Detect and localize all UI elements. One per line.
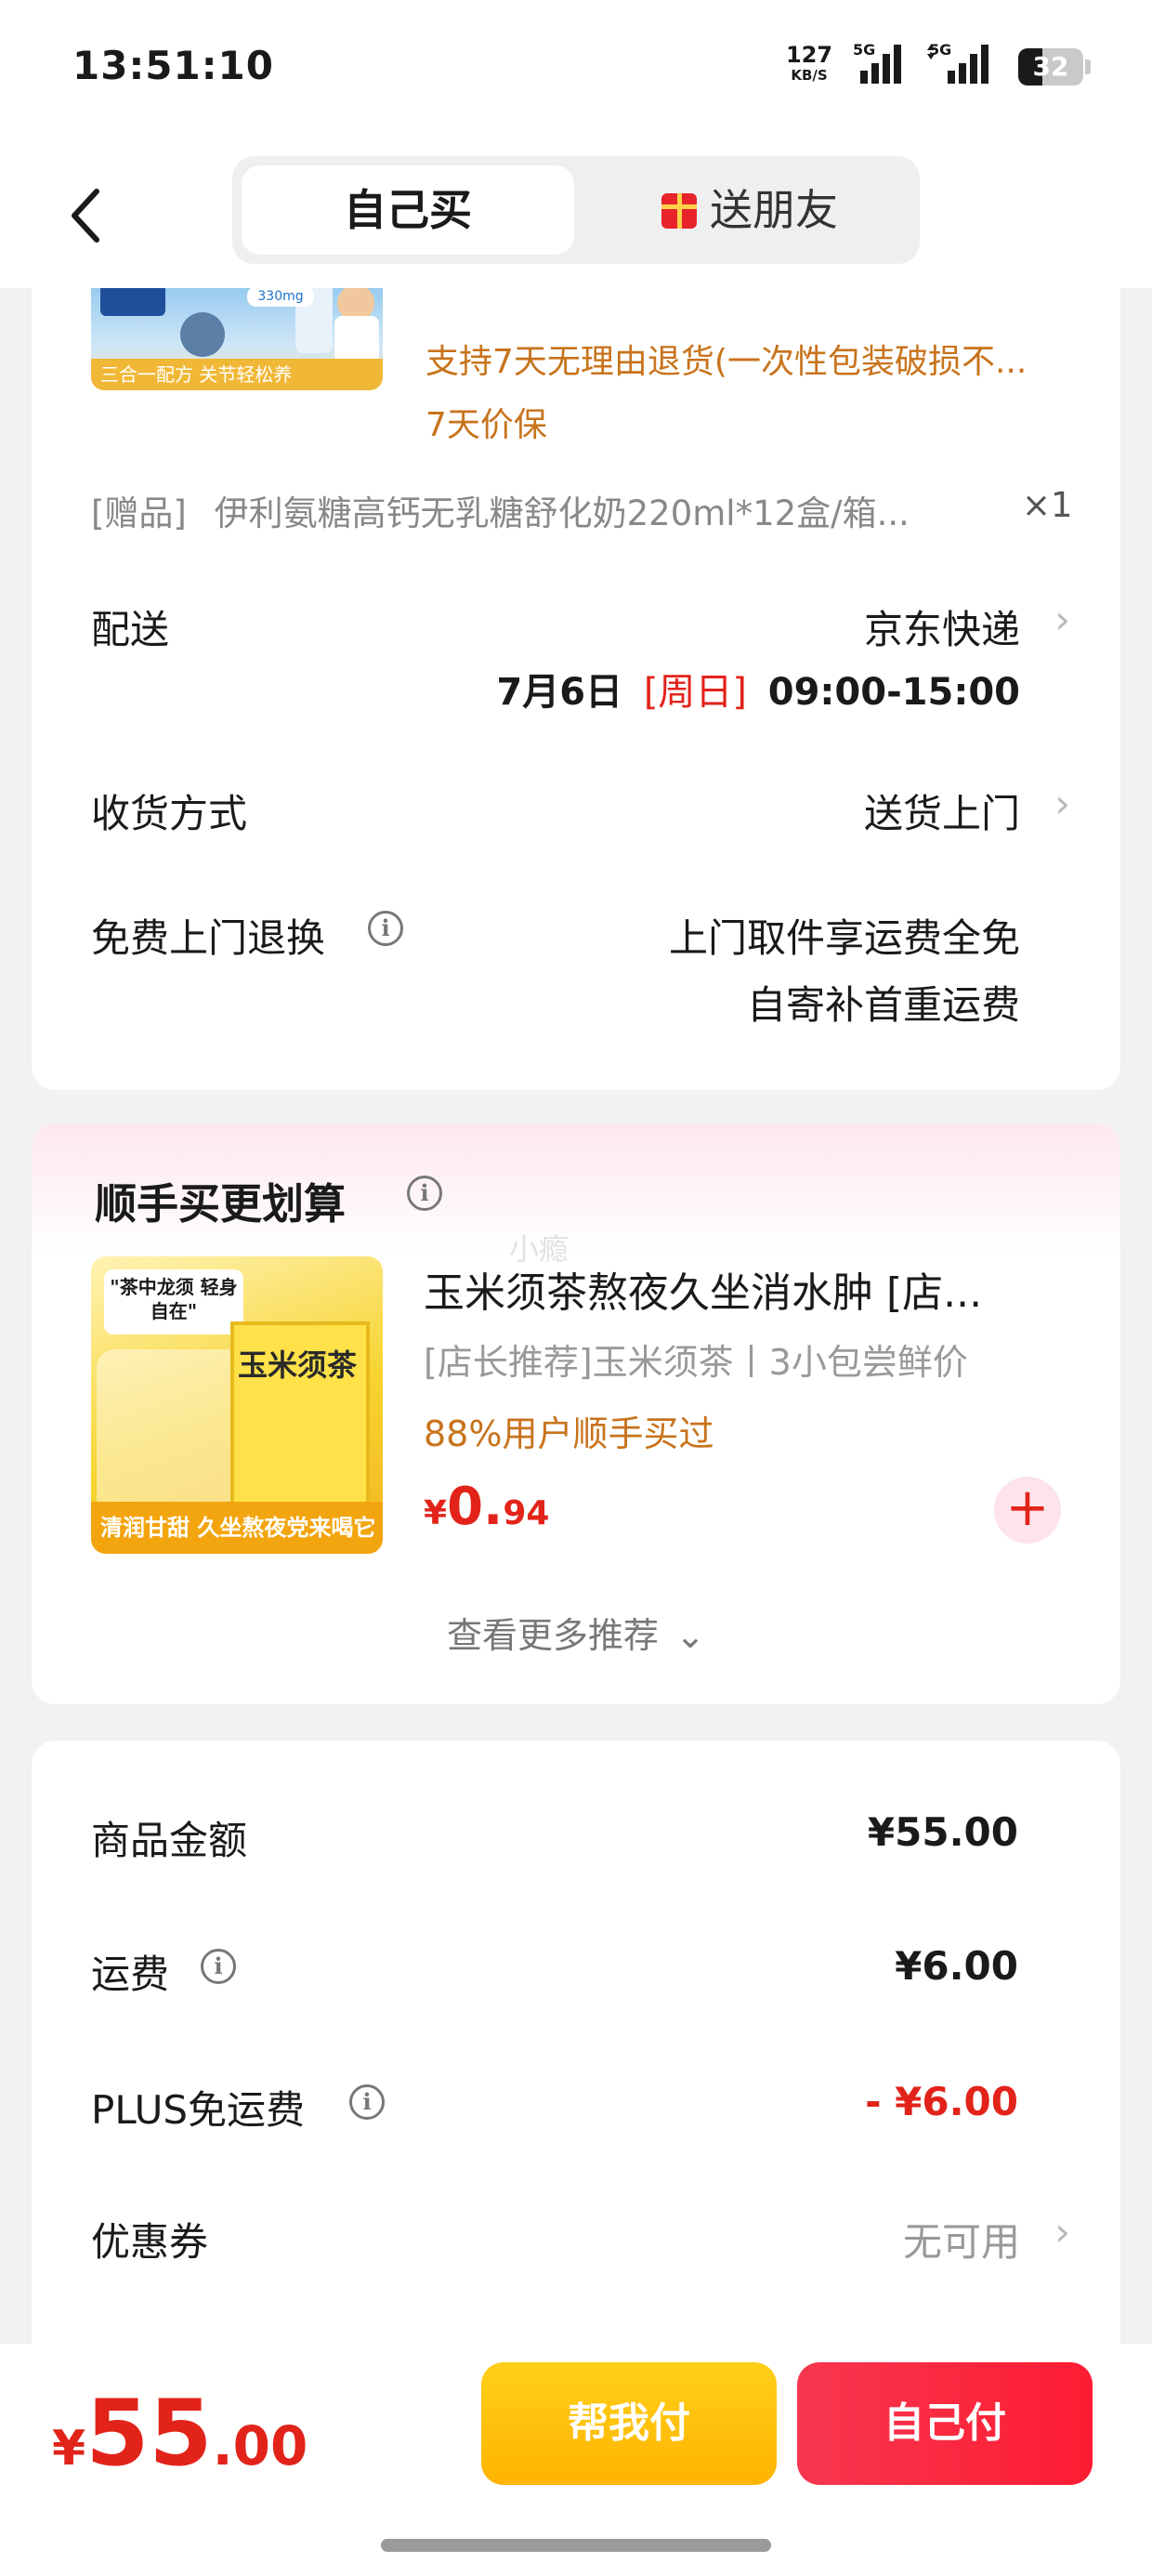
delivery-time-window: 09:00-15:00 xyxy=(767,671,1020,714)
recommend-price-dec: 94 xyxy=(503,1494,550,1532)
gift-icon xyxy=(661,193,697,229)
recommend-image-bag-text: 玉米须茶 xyxy=(238,1347,358,1383)
coupon-value[interactable]: 无可用 xyxy=(903,2211,1020,2267)
gift-item[interactable]: [赠品] 伊利氨糖高钙无乳糖舒化奶220ml*12盒/箱... xyxy=(91,485,1104,535)
network-speed: 127 KB/S xyxy=(786,42,833,85)
recommend-bought-rate: 88%用户顺手买过 xyxy=(424,1413,714,1454)
recommend-title: 顺手买更划算 xyxy=(95,1179,347,1229)
checkout-bar: ¥55.00 帮我付 自己付 xyxy=(0,2344,1152,2576)
battery-level: 32 xyxy=(1032,51,1069,82)
tab-buy-for-self[interactable]: 自己买 xyxy=(242,165,574,255)
receive-method-value[interactable]: 送货上门 xyxy=(864,782,1020,839)
freight-info-icon[interactable]: i xyxy=(201,1949,236,1984)
delivery-chevron-right-icon[interactable]: › xyxy=(1054,597,1070,642)
tab-send-to-friend-label: 送朋友 xyxy=(710,185,838,235)
recommend-price-currency: ¥ xyxy=(424,1494,448,1532)
recommend-card: 顺手买更划算 i 小瘾 "茶中龙须 轻身自在" 玉米须茶 清润甘甜 久坐熬夜党来… xyxy=(32,1124,1120,1704)
back-arrow-icon[interactable] xyxy=(56,167,121,260)
see-more-recommend[interactable]: 查看更多推荐 ⌄ xyxy=(32,1607,1120,1658)
gift-label: [赠品] xyxy=(91,493,187,533)
plus-info-icon[interactable]: i xyxy=(349,2084,385,2120)
add-plus-icon[interactable]: + xyxy=(994,1477,1061,1544)
total-dec: .00 xyxy=(212,2414,308,2477)
status-clock: 13:51:10 xyxy=(72,43,274,88)
free-return-line1: 上门取件享运费全免 xyxy=(668,915,1020,961)
total-price: ¥55.00 xyxy=(52,2381,308,2487)
status-bar: 13:51:10 127 KB/S 5G 5G 32 xyxy=(0,0,1152,139)
network-speed-unit: KB/S xyxy=(791,67,828,84)
delivery-carrier[interactable]: 京东快递 xyxy=(864,598,1020,655)
delivery-weekday: [周日] xyxy=(643,671,748,714)
free-return-label: 免费上门退换 xyxy=(91,915,326,961)
network-speed-value: 127 xyxy=(786,42,833,68)
coupon-chevron-right-icon[interactable]: › xyxy=(1054,2209,1070,2254)
product-image[interactable]: 330mg 三合一配方 关节轻松养 xyxy=(91,279,383,390)
goods-amount-label: 商品金额 xyxy=(91,1818,248,1863)
battery-icon: 32 xyxy=(1018,48,1083,85)
home-indicator[interactable] xyxy=(381,2539,771,2552)
order-info-card: 330mg 三合一配方 关节轻松养 支持7天无理由退货(一次性包装破损不... … xyxy=(32,279,1120,1090)
product-image-badge: 330mg xyxy=(247,286,314,307)
purchase-mode-switch: 自己买 送朋友 xyxy=(232,156,920,264)
recommend-price: ¥0.94 xyxy=(424,1477,549,1537)
gift-quantity: ×1 xyxy=(1022,485,1073,525)
recommend-price-int: 0. xyxy=(447,1477,504,1537)
tab-send-to-friend[interactable]: 送朋友 xyxy=(587,165,912,255)
free-return-line2: 自寄补首重运费 xyxy=(746,982,1020,1028)
plus-free-freight-label: PLUS免运费 xyxy=(91,2087,306,2133)
goods-amount-value: ¥55.00 xyxy=(867,1809,1018,1855)
gift-name: 伊利氨糖高钙无乳糖舒化奶220ml*12盒/箱... xyxy=(214,493,910,533)
recommend-product-image[interactable]: "茶中龙须 轻身自在" 玉米须茶 清润甘甜 久坐熬夜党来喝它 xyxy=(91,1256,383,1554)
see-more-label: 查看更多推荐 xyxy=(447,1615,660,1656)
nav-header: 自己买 送朋友 xyxy=(0,139,1152,288)
total-currency: ¥ xyxy=(52,2421,86,2477)
recommend-info-icon[interactable]: i xyxy=(407,1176,442,1211)
delivery-label: 配送 xyxy=(91,607,170,652)
product-image-banner: 三合一配方 关节轻松养 xyxy=(91,359,383,390)
delivery-date: 7月6日 xyxy=(496,671,623,714)
chevron-down-icon: ⌄ xyxy=(675,1615,705,1656)
service-return-policy[interactable]: 支持7天无理由退货(一次性包装破损不... xyxy=(425,335,1085,383)
receive-method-label: 收货方式 xyxy=(91,791,248,836)
plus-free-freight-value: - ¥6.00 xyxy=(865,2079,1018,2124)
receive-chevron-right-icon[interactable]: › xyxy=(1054,781,1070,826)
delivery-schedule[interactable]: 7月6日 [周日] 09:00-15:00 xyxy=(496,662,1020,716)
recommend-image-tag: "茶中龙须 轻身自在" xyxy=(104,1269,243,1334)
recommend-product-desc: [店长推荐]玉米须茶丨3小包尝鲜价 xyxy=(424,1342,968,1383)
recommend-image-banner: 清润甘甜 久坐熬夜党来喝它 xyxy=(91,1502,383,1554)
freight-value: ¥6.00 xyxy=(895,1943,1018,1989)
battery-tip xyxy=(1085,59,1091,74)
freight-label: 运费 xyxy=(91,1952,170,1997)
service-price-protect[interactable]: 7天价保 xyxy=(425,398,547,446)
pay-myself-button[interactable]: 自己付 xyxy=(797,2362,1093,2485)
coupon-label: 优惠券 xyxy=(91,2219,209,2265)
tea-jar-shape xyxy=(97,1349,245,1517)
help-me-pay-button[interactable]: 帮我付 xyxy=(481,2362,777,2485)
free-return-info-icon[interactable]: i xyxy=(368,911,403,946)
recommend-product-name[interactable]: 玉米须茶熬夜久坐消水肿 [店... xyxy=(424,1259,1074,1319)
total-int: 55 xyxy=(85,2381,213,2487)
